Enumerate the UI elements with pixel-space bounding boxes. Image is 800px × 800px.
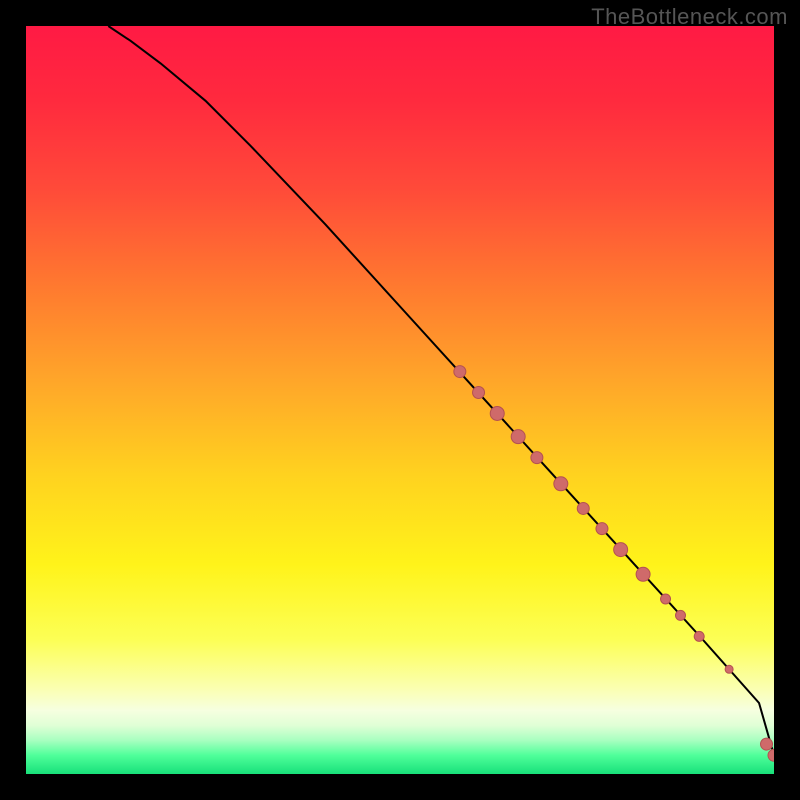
data-point [454, 366, 466, 378]
data-point [531, 452, 543, 464]
data-point [490, 406, 504, 420]
data-point [661, 594, 671, 604]
data-point [596, 523, 608, 535]
data-point [725, 665, 733, 673]
data-point [614, 543, 628, 557]
data-point [761, 738, 773, 750]
chart-stage: TheBottleneck.com [0, 0, 800, 800]
data-point [636, 567, 650, 581]
watermark-text: TheBottleneck.com [591, 4, 788, 30]
gradient-background [26, 26, 774, 774]
data-point [577, 502, 589, 514]
plot-svg [26, 26, 774, 774]
data-point [676, 610, 686, 620]
data-point [694, 631, 704, 641]
data-point [554, 477, 568, 491]
plot-area [26, 26, 774, 774]
data-point [473, 387, 485, 399]
data-point [511, 430, 525, 444]
